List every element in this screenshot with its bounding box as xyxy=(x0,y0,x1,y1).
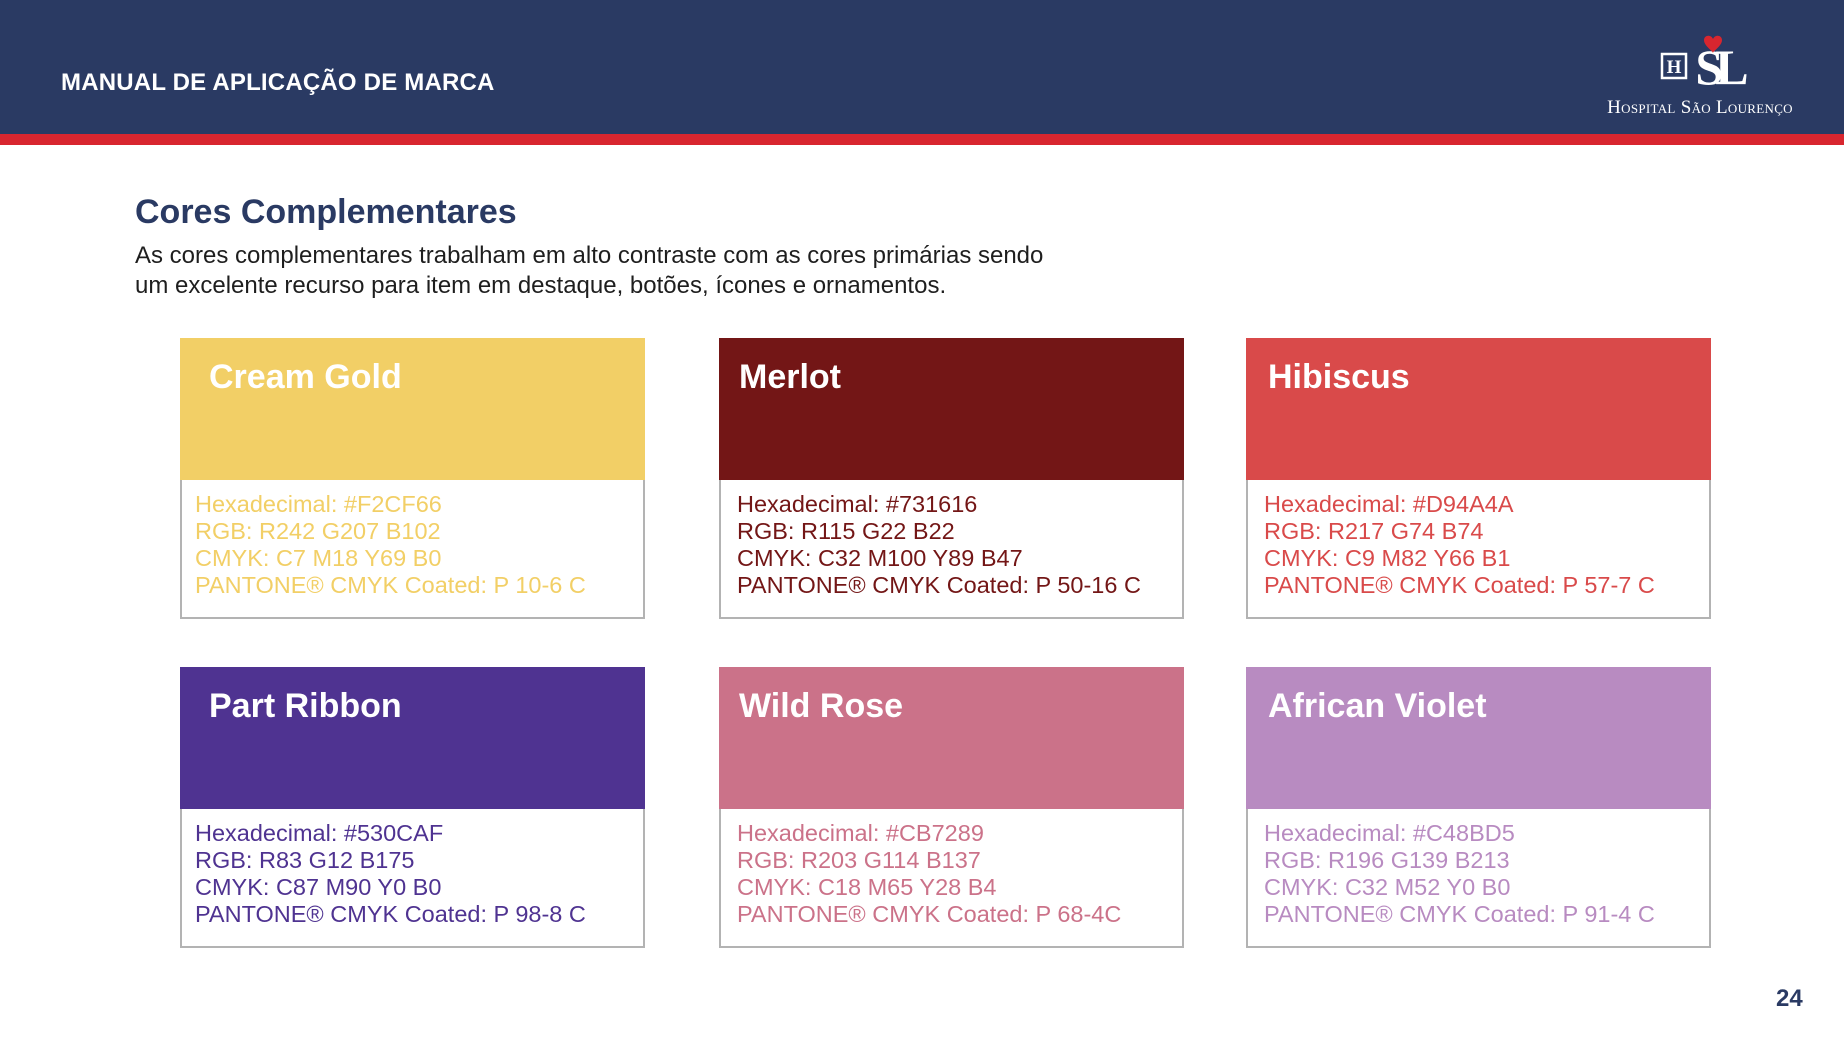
pantone-value: PANTONE® CMYK Coated: P 50-16 C xyxy=(737,572,1141,598)
section-description: As cores complementares trabalham em alt… xyxy=(135,241,1235,301)
description-line: um excelente recurso para item em destaq… xyxy=(135,272,947,299)
color-specs: Hexadecimal: #CB7289 RGB: R203 G114 B137… xyxy=(719,809,1184,948)
rgb-value: RGB: R242 G207 B102 xyxy=(195,518,441,544)
color-name: Hibiscus xyxy=(1268,358,1410,396)
pantone-value: PANTONE® CMYK Coated: P 91-4 C xyxy=(1264,901,1655,927)
color-card-hibiscus: Hibiscus Hexadecimal: #D94A4A RGB: R217 … xyxy=(1246,338,1711,619)
color-specs: Hexadecimal: #530CAF RGB: R83 G12 B175 C… xyxy=(180,809,645,948)
color-swatch: Merlot xyxy=(719,338,1184,480)
rgb-value: RGB: R196 G139 B213 xyxy=(1264,847,1510,873)
color-name: Cream Gold xyxy=(209,358,402,396)
color-name: Merlot xyxy=(739,358,841,396)
logo-h-letter: H xyxy=(1667,57,1682,78)
rgb-value: RGB: R115 G22 B22 xyxy=(737,518,955,544)
pantone-value: PANTONE® CMYK Coated: P 98-8 C xyxy=(195,901,586,927)
pantone-value: PANTONE® CMYK Coated: P 10-6 C xyxy=(195,572,586,598)
color-name: Wild Rose xyxy=(739,687,904,725)
rgb-value: RGB: R83 G12 B175 xyxy=(195,847,415,873)
header-accent-stripe xyxy=(0,134,1844,145)
cmyk-value: CMYK: C32 M100 Y89 B47 xyxy=(737,545,1023,571)
cmyk-value: CMYK: C32 M52 Y0 B0 xyxy=(1264,874,1511,900)
description-line: As cores complementares trabalham em alt… xyxy=(135,242,1044,269)
hex-value: Hexadecimal: #CB7289 xyxy=(737,820,984,846)
hex-value: Hexadecimal: #C48BD5 xyxy=(1264,820,1515,846)
color-swatch: Cream Gold xyxy=(180,338,645,480)
header-bar: MANUAL DE APLICAÇÃO DE MARCA H SL Hospit… xyxy=(0,0,1844,134)
color-swatch: Part Ribbon xyxy=(180,667,645,809)
hex-value: Hexadecimal: #731616 xyxy=(737,491,978,517)
cmyk-value: CMYK: C9 M82 Y66 B1 xyxy=(1264,545,1511,571)
hospital-logo-mark-icon: H SL xyxy=(1660,35,1750,90)
color-swatch: Wild Rose xyxy=(719,667,1184,809)
hex-value: Hexadecimal: #530CAF xyxy=(195,820,444,846)
color-card-part-ribbon: Part Ribbon Hexadecimal: #530CAF RGB: R8… xyxy=(180,667,645,948)
hospital-logo: H SL Hospital São Lourenço xyxy=(1580,34,1820,120)
color-specs: Hexadecimal: #731616 RGB: R115 G22 B22 C… xyxy=(719,480,1184,619)
color-swatch: Hibiscus xyxy=(1246,338,1711,480)
color-card-cream-gold: Cream Gold Hexadecimal: #F2CF66 RGB: R24… xyxy=(180,338,645,619)
color-card-merlot: Merlot Hexadecimal: #731616 RGB: R115 G2… xyxy=(719,338,1184,619)
pantone-value: PANTONE® CMYK Coated: P 57-7 C xyxy=(1264,572,1655,598)
rgb-value: RGB: R203 G114 B137 xyxy=(737,847,981,873)
color-specs: Hexadecimal: #C48BD5 RGB: R196 G139 B213… xyxy=(1246,809,1711,948)
color-card-african-violet: African Violet Hexadecimal: #C48BD5 RGB:… xyxy=(1246,667,1711,948)
cmyk-value: CMYK: C87 M90 Y0 B0 xyxy=(195,874,442,900)
cmyk-value: CMYK: C7 M18 Y69 B0 xyxy=(195,545,442,571)
color-swatch: African Violet xyxy=(1246,667,1711,809)
pantone-value: PANTONE® CMYK Coated: P 68-4C xyxy=(737,901,1122,927)
hospital-name: Hospital São Lourenço xyxy=(1607,97,1793,118)
logo-monogram: SL xyxy=(1695,39,1747,90)
color-specs: Hexadecimal: #D94A4A RGB: R217 G74 B74 C… xyxy=(1246,480,1711,619)
cmyk-value: CMYK: C18 M65 Y28 B4 xyxy=(737,874,997,900)
color-name: Part Ribbon xyxy=(209,687,402,725)
rgb-value: RGB: R217 G74 B74 xyxy=(1264,518,1484,544)
document-title: MANUAL DE APLICAÇÃO DE MARCA xyxy=(61,69,495,96)
color-name: African Violet xyxy=(1268,687,1487,725)
hex-value: Hexadecimal: #D94A4A xyxy=(1264,491,1514,517)
section-title: Cores Complementares xyxy=(135,193,517,231)
color-card-wild-rose: Wild Rose Hexadecimal: #CB7289 RGB: R203… xyxy=(719,667,1184,948)
color-specs: Hexadecimal: #F2CF66 RGB: R242 G207 B102… xyxy=(180,480,645,619)
page-number: 24 xyxy=(1776,985,1803,1012)
hex-value: Hexadecimal: #F2CF66 xyxy=(195,491,442,517)
